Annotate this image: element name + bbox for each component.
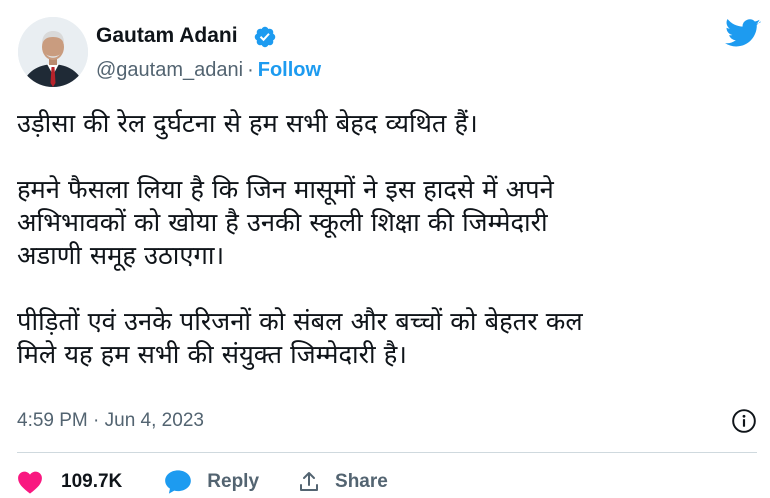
- tweet-paragraph: हमने फैसला लिया है कि जिन मासूमों ने इस …: [17, 175, 554, 271]
- share-button[interactable]: Share: [297, 470, 388, 494]
- twitter-bird-icon[interactable]: [725, 19, 761, 49]
- like-count: 109.7K: [61, 471, 123, 492]
- author-handle[interactable]: @gautam_adani: [96, 59, 243, 81]
- tweet-text: उड़ीसा की रेल दुर्घटना से हम सभी बेहद व्…: [17, 108, 757, 372]
- info-icon[interactable]: [731, 408, 757, 434]
- avatar-image: [18, 17, 88, 87]
- tweet-timestamp[interactable]: 4:59 PM · Jun 4, 2023: [17, 410, 204, 432]
- avatar[interactable]: [18, 17, 88, 87]
- divider: [17, 452, 757, 453]
- tweet-paragraph: पीड़ितों एवं उनके परिजनों को संबल और बच्…: [17, 307, 583, 370]
- handle-separator: ·: [247, 59, 254, 81]
- reply-button[interactable]: Reply: [164, 469, 259, 495]
- tweet-paragraph: उड़ीसा की रेल दुर्घटना से हम सभी बेहद व्…: [17, 109, 478, 139]
- author-display-name[interactable]: Gautam Adani: [96, 24, 238, 48]
- verified-badge-icon: [254, 26, 276, 48]
- tweet-actions: 109.7K Reply Share: [17, 466, 388, 498]
- handle-row: @gautam_adani · Follow: [96, 59, 321, 82]
- share-label: Share: [335, 471, 388, 492]
- reply-label: Reply: [207, 471, 260, 492]
- heart-icon: [18, 471, 42, 494]
- follow-button[interactable]: Follow: [258, 59, 321, 81]
- speech-bubble-icon: [165, 470, 192, 494]
- like-button[interactable]: 109.7K: [17, 470, 122, 494]
- share-upload-icon: [300, 472, 319, 491]
- tweet-card: Gautam Adani @gautam_adani · Follow उड़ीसा…: [0, 0, 770, 498]
